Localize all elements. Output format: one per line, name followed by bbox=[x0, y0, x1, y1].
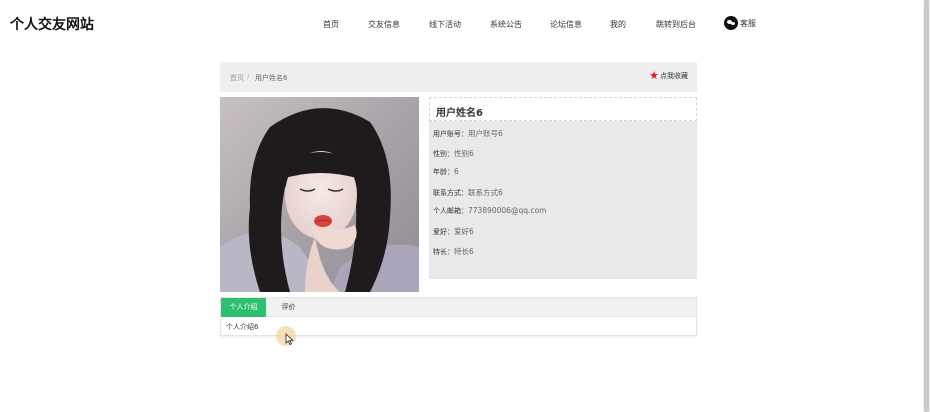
profile-name: 用户姓名6 bbox=[436, 108, 483, 119]
profile-name-box: 用户姓名6 bbox=[429, 97, 697, 121]
tab-reviews[interactable]: 评价 bbox=[276, 298, 301, 317]
page-scrollbar[interactable] bbox=[923, 0, 930, 412]
info-value: 性别6 bbox=[454, 149, 474, 158]
tab-introduction[interactable]: 个人介绍 bbox=[221, 298, 266, 317]
info-label: 年龄： bbox=[433, 168, 454, 176]
customer-service-button[interactable]: 客服 bbox=[724, 16, 756, 30]
info-label: 性别： bbox=[433, 150, 454, 158]
nav-announcements[interactable]: 系统公告 bbox=[490, 19, 522, 30]
info-label: 个人邮箱： bbox=[433, 207, 468, 215]
info-value: 特长6 bbox=[454, 247, 474, 256]
info-value: 用户账号6 bbox=[468, 129, 503, 138]
mouse-cursor-icon bbox=[285, 333, 294, 345]
info-row-age: 年龄：6 bbox=[433, 167, 459, 177]
nav-dating-info[interactable]: 交友信息 bbox=[368, 19, 400, 30]
customer-service-label: 客服 bbox=[740, 18, 756, 28]
info-value: 6 bbox=[454, 167, 459, 176]
nav-mine[interactable]: 我的 bbox=[610, 19, 626, 30]
breadcrumb-separator: / bbox=[247, 73, 250, 81]
info-label: 特长： bbox=[433, 248, 454, 256]
info-label: 用户账号： bbox=[433, 130, 468, 138]
breadcrumb-current: 用户姓名6 bbox=[255, 74, 288, 82]
main-nav: 首页 交友信息 线下活动 系统公告 论坛信息 我的 跳转到后台 客服 bbox=[0, 0, 930, 48]
favorite-button[interactable]: ★ 点我收藏 bbox=[649, 69, 688, 82]
info-label: 爱好： bbox=[433, 228, 454, 236]
profile-photo bbox=[220, 97, 419, 292]
detail-tabs: 个人介绍 评价 bbox=[220, 297, 697, 317]
info-row-account: 用户账号：用户账号6 bbox=[433, 128, 503, 139]
breadcrumb: 首页 / 用户姓名6 ★ 点我收藏 bbox=[220, 62, 697, 92]
info-label: 联系方式： bbox=[433, 189, 468, 197]
info-row-hobby: 爱好：爱好6 bbox=[433, 226, 474, 237]
chat-bubble-icon bbox=[724, 16, 738, 30]
tab-content-text: 个人介绍6 bbox=[226, 323, 259, 331]
info-row-contact: 联系方式：联系方式6 bbox=[433, 187, 503, 198]
nav-forum[interactable]: 论坛信息 bbox=[550, 19, 582, 30]
info-row-specialty: 特长：特长6 bbox=[433, 246, 474, 257]
nav-admin[interactable]: 跳转到后台 bbox=[656, 19, 696, 30]
profile-info-panel: 用户姓名6 用户账号：用户账号6 性别：性别6 年龄：6 联系方式：联系方式6 … bbox=[429, 97, 697, 279]
scrollbar-thumb[interactable] bbox=[924, 0, 929, 412]
info-row-gender: 性别：性别6 bbox=[433, 148, 474, 159]
info-value: 爱好6 bbox=[454, 227, 474, 236]
nav-offline-activity[interactable]: 线下活动 bbox=[429, 19, 461, 30]
info-row-email: 个人邮箱：773890006@qq.com bbox=[433, 206, 546, 216]
star-icon: ★ bbox=[649, 69, 659, 82]
info-value: 联系方式6 bbox=[468, 188, 503, 197]
nav-home[interactable]: 首页 bbox=[323, 19, 339, 30]
info-value: 773890006@qq.com bbox=[468, 206, 547, 215]
favorite-label: 点我收藏 bbox=[660, 72, 688, 80]
breadcrumb-home[interactable]: 首页 bbox=[230, 73, 244, 83]
